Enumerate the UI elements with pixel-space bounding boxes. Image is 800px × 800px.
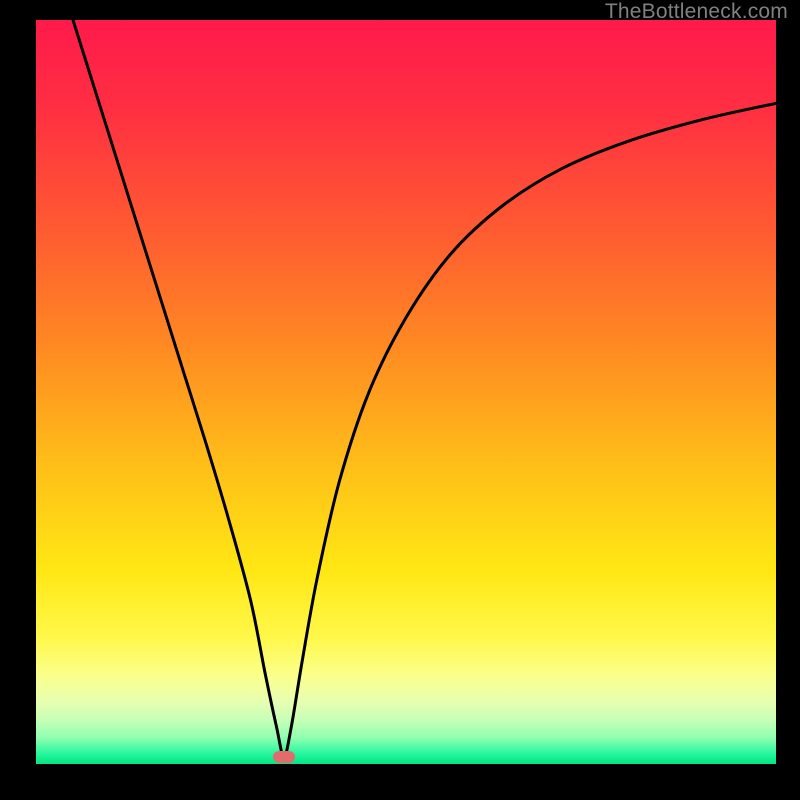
optimal-marker (273, 751, 295, 763)
bottleneck-curve (36, 20, 776, 764)
plot-area (36, 20, 776, 764)
chart-frame: TheBottleneck.com (0, 0, 800, 800)
watermark-text: TheBottleneck.com (605, 0, 788, 24)
